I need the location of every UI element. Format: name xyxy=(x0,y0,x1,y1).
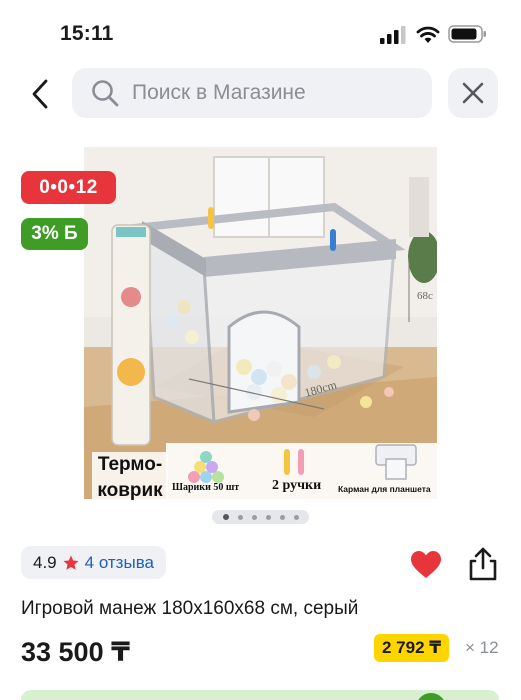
gallery-pagination[interactable] xyxy=(212,510,309,524)
chevron-left-icon xyxy=(32,79,48,109)
product-price: 33 500 ₸ xyxy=(21,637,130,667)
installment-badge[interactable]: 2 792 ₸ xyxy=(374,634,450,662)
product-image[interactable]: 180cm 68c xyxy=(84,147,437,499)
search-placeholder: Поиск в Магазине xyxy=(132,81,306,104)
dimension-height-label: 68c xyxy=(417,290,433,302)
gallery-dot[interactable] xyxy=(237,514,243,520)
search-icon xyxy=(92,80,119,107)
signal-icon xyxy=(380,26,406,44)
product-title: Игровой манеж 180х160х68 см, серый xyxy=(21,598,359,619)
gallery-dot[interactable] xyxy=(293,514,299,520)
timer-badge: 0•0•12 xyxy=(21,171,116,204)
back-button[interactable] xyxy=(22,74,58,114)
bonus-badge: 3% Б xyxy=(21,218,88,250)
playpen-illustration: 180cm 68c xyxy=(84,147,437,499)
close-button[interactable] xyxy=(448,68,498,118)
wifi-icon xyxy=(416,26,440,43)
installment-count: × 12 xyxy=(465,638,499,657)
share-icon[interactable] xyxy=(466,546,500,582)
pocket-label: Карман для планшета xyxy=(338,484,431,494)
thermo-mat-label: Термо-коврик xyxy=(92,452,168,504)
handles-label: 2 ручки xyxy=(272,478,322,493)
rating-chip[interactable]: 4.9 4 отзыва xyxy=(21,546,166,579)
favorite-heart-icon[interactable] xyxy=(410,550,442,580)
battery-icon xyxy=(448,25,486,43)
balls-label: Шарики 50 шт xyxy=(172,482,240,493)
star-icon xyxy=(63,555,79,570)
gallery-dot[interactable] xyxy=(265,514,271,520)
reviews-link[interactable]: 4 отзыва xyxy=(85,553,154,573)
gallery-dot[interactable] xyxy=(279,514,285,520)
status-bar: 15:11 xyxy=(0,0,521,64)
rating-value: 4.9 xyxy=(33,552,57,572)
gallery-dot[interactable] xyxy=(251,514,257,520)
search-input[interactable]: Поиск в Магазине xyxy=(72,68,432,118)
close-icon xyxy=(462,82,484,104)
gallery-dot[interactable] xyxy=(222,514,229,520)
status-time: 15:11 xyxy=(60,22,114,45)
